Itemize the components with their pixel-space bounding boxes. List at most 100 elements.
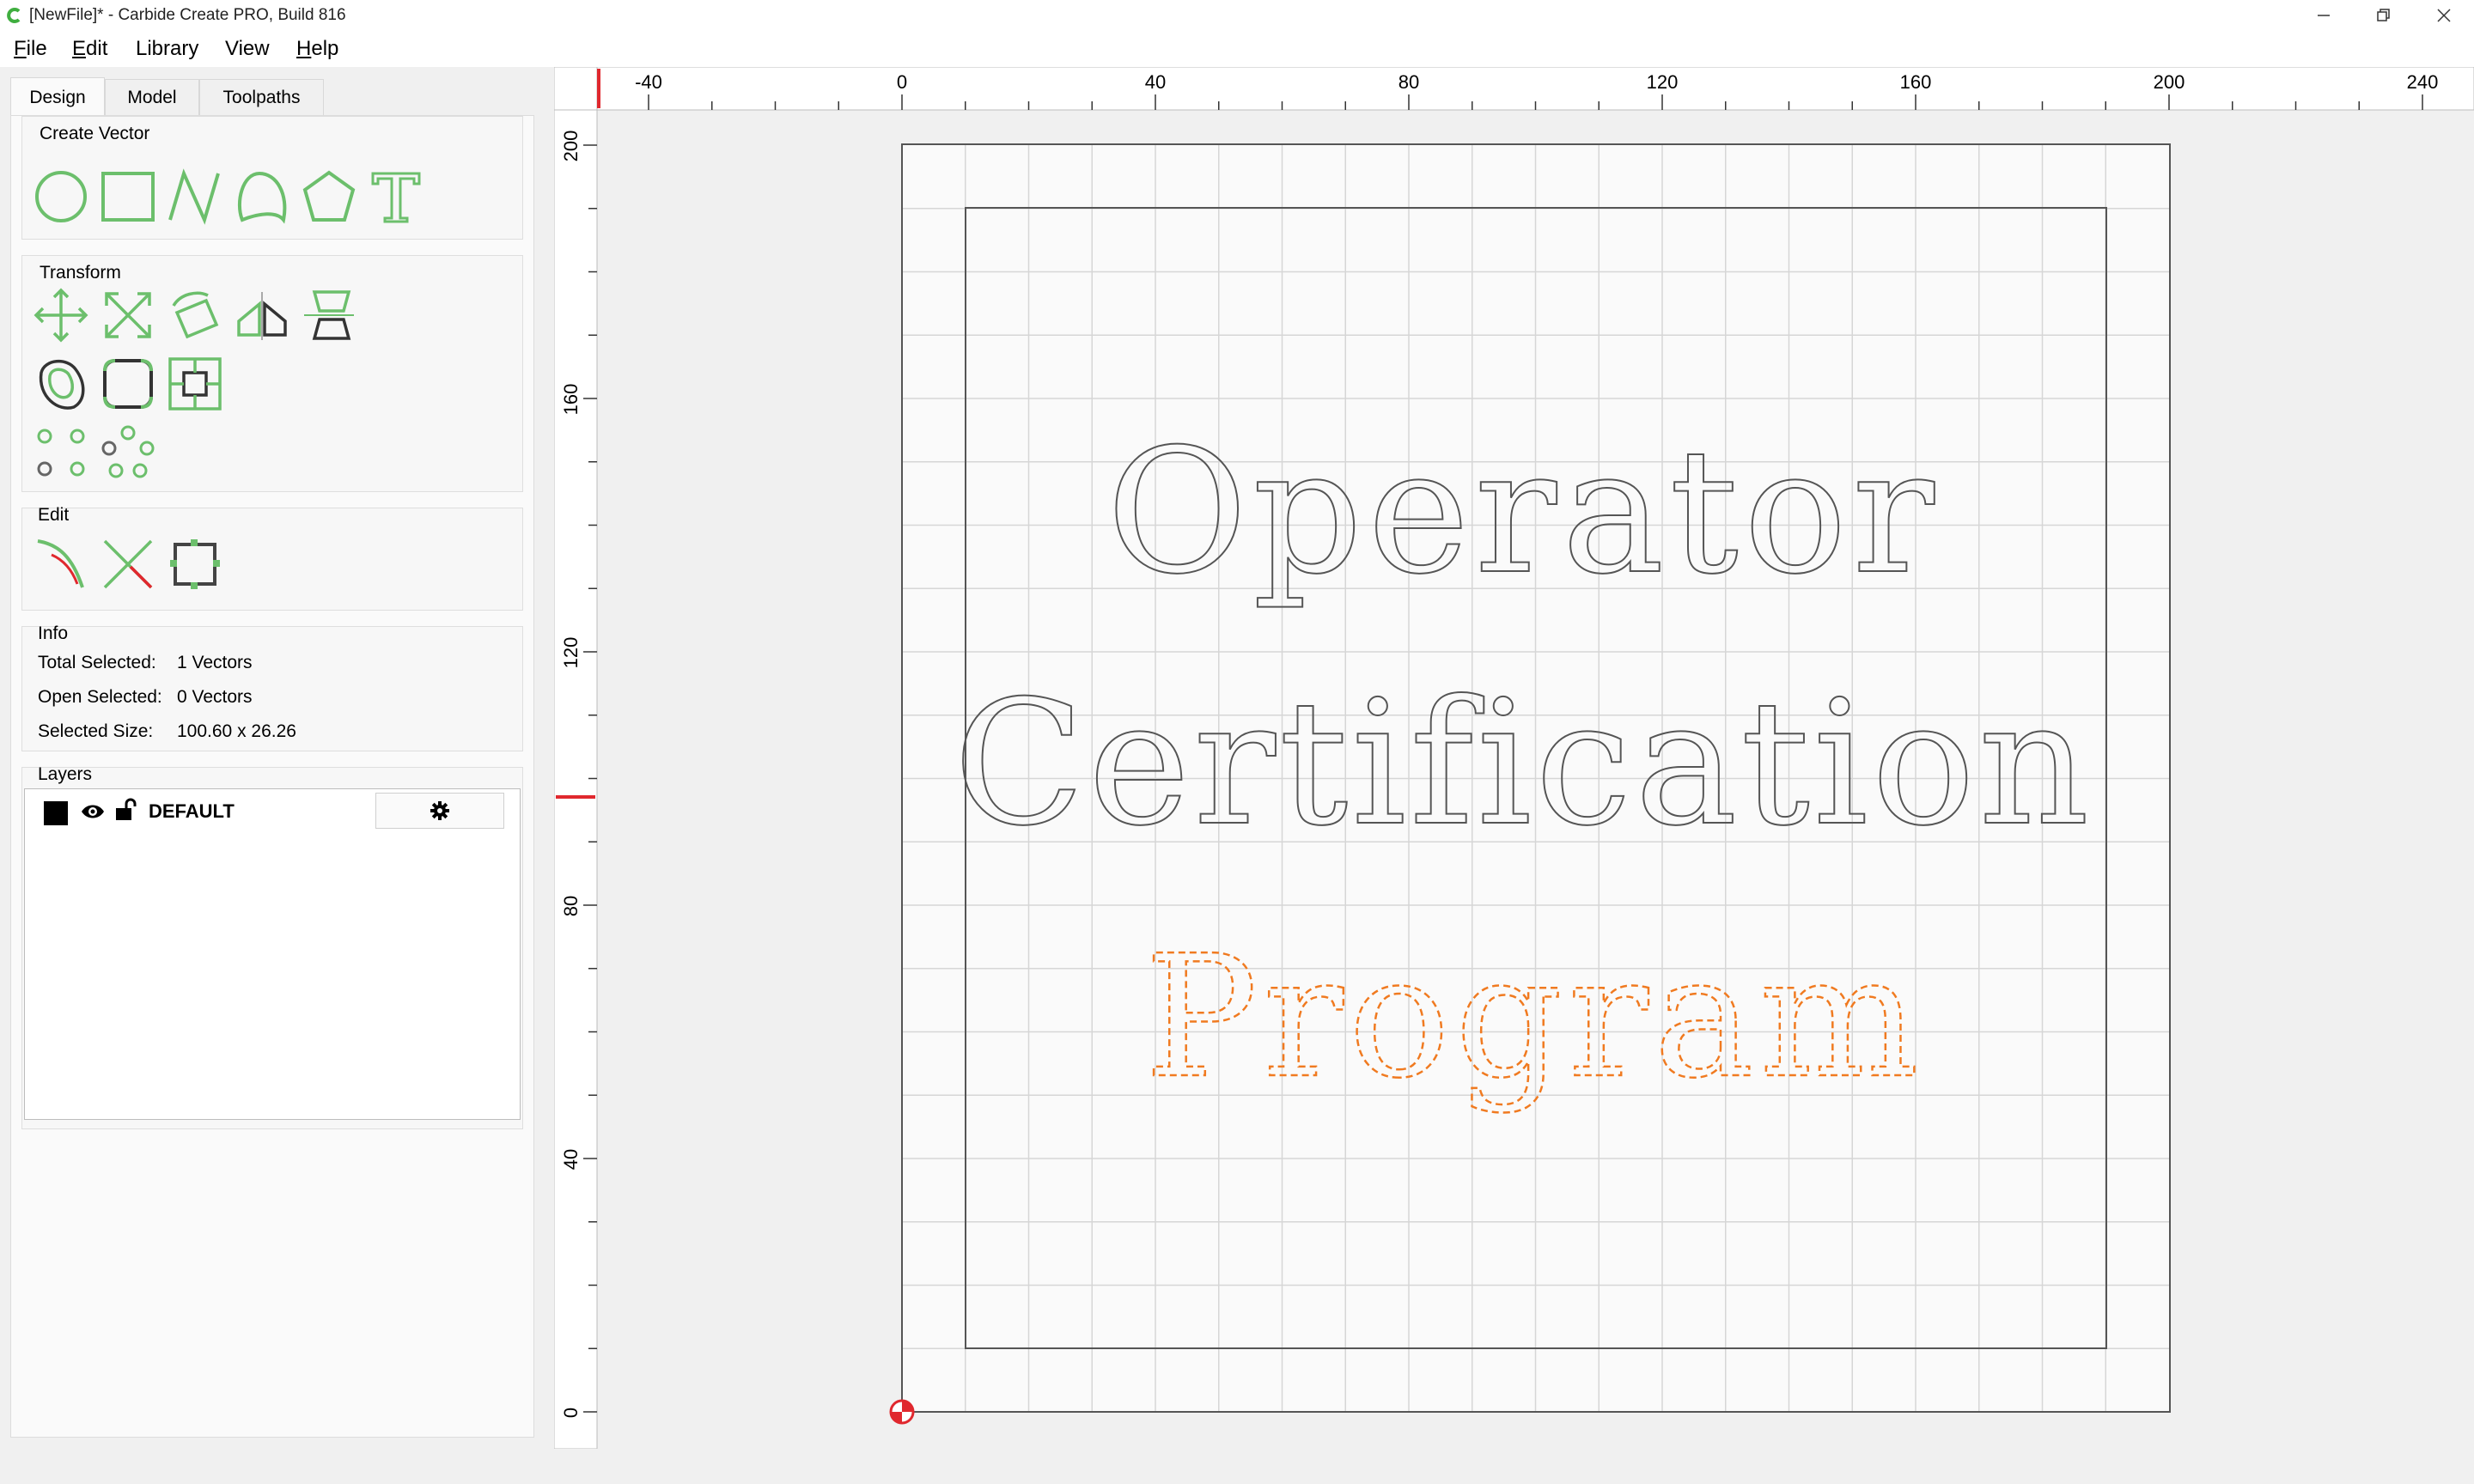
bounding-box-icon <box>170 539 220 589</box>
restore-button[interactable] <box>2354 0 2414 31</box>
y-tick-label: 0 <box>560 1408 582 1418</box>
tab-toolpaths[interactable]: Toolpaths <box>199 79 324 115</box>
menu-file[interactable]: File <box>14 37 47 61</box>
scale-tool-button[interactable] <box>98 285 158 345</box>
info-label: Total Selected: <box>38 653 156 672</box>
y-tick-label: 120 <box>560 637 582 669</box>
rotate-icon <box>172 291 219 339</box>
info-title: Info <box>38 623 69 643</box>
curve-icon <box>237 171 287 224</box>
circular-array-icon <box>101 425 155 478</box>
x-tick-label: 120 <box>1647 71 1679 93</box>
tab-bar: Design Model Toolpaths <box>10 77 534 117</box>
polyline-tool-button[interactable] <box>165 167 225 227</box>
trim-icon <box>103 539 153 589</box>
info-group: Info Total Selected: 1 Vectors Open Selec… <box>21 623 523 751</box>
create-vector-group: Create Vector <box>21 116 523 240</box>
polygon-icon <box>302 170 356 222</box>
text-vector-operator[interactable]: Operator <box>1106 411 1940 613</box>
restore-icon <box>2377 9 2390 21</box>
menu-view[interactable]: View <box>225 37 270 61</box>
tab-design[interactable]: Design <box>10 77 105 117</box>
carbide-logo-icon <box>7 8 21 23</box>
rectangle-icon <box>101 172 155 222</box>
trim-center-tool-button[interactable] <box>165 354 225 414</box>
move-tool-button[interactable] <box>31 285 91 345</box>
x-tick-label: 200 <box>2154 71 2185 93</box>
left-panel: Design Model Toolpaths Create Vector Tra… <box>10 77 534 1438</box>
scale-icon <box>105 292 151 338</box>
layer-name: DEFAULT <box>149 800 235 822</box>
y-tick-label: 200 <box>560 131 582 162</box>
edit-nodes-tool-button[interactable] <box>31 534 91 594</box>
circle-icon <box>35 171 87 222</box>
text-vector-program-selected[interactable]: Program <box>1143 919 1923 1117</box>
text-icon <box>371 172 421 223</box>
grid-array-tool-button[interactable] <box>31 423 91 483</box>
window-title: [NewFile]* - Carbide Create PRO, Build 8… <box>29 6 346 24</box>
design-canvas[interactable]: -40 0 40 80 120 160 200 240 200 160 120 … <box>554 67 2474 1449</box>
top-ruler <box>554 67 2474 111</box>
x-tick-label: 160 <box>1900 71 1932 93</box>
title-bar: [NewFile]* - Carbide Create PRO, Build 8… <box>0 0 2474 31</box>
info-row-selected-size: Selected Size: 100.60 x 26.26 <box>38 721 296 742</box>
info-label: Open Selected: <box>38 687 162 707</box>
layer-color-swatch[interactable] <box>44 801 68 825</box>
design-pane: Create Vector Transform Edit Info Total … <box>10 115 534 1438</box>
x-tick-label: 0 <box>897 71 907 93</box>
close-icon <box>2437 9 2451 22</box>
x-tick-label: -40 <box>635 71 662 93</box>
transform-group: Transform <box>21 255 523 492</box>
info-row-open-selected: Open Selected: 0 Vectors <box>38 687 253 708</box>
offset-tool-button[interactable] <box>31 354 91 414</box>
fillet-icon <box>103 359 153 409</box>
x-tick-label: 240 <box>2407 71 2439 93</box>
x-tick-label: 80 <box>1398 71 1419 93</box>
info-label: Selected Size: <box>38 721 154 741</box>
curve-tool-button[interactable] <box>232 167 292 227</box>
polygon-tool-button[interactable] <box>299 167 359 227</box>
y-tick-label: 80 <box>560 896 582 916</box>
y-tick-label: 160 <box>560 384 582 416</box>
edit-group: Edit <box>21 505 523 611</box>
x-tick-label: 40 <box>1145 71 1166 93</box>
fillet-tool-button[interactable] <box>98 354 158 414</box>
trim-tool-button[interactable] <box>98 534 158 594</box>
text-tool-button[interactable] <box>366 167 426 227</box>
text-vector-certification[interactable]: Certification <box>953 663 2093 865</box>
ruler-corner <box>554 67 598 111</box>
edit-title: Edit <box>38 505 70 525</box>
align-icon <box>304 290 354 340</box>
minimize-button[interactable] <box>2294 0 2354 31</box>
info-value: 100.60 x 26.26 <box>177 721 296 741</box>
menu-bar: File Edit Library View Help <box>0 31 2474 67</box>
layers-title: Layers <box>38 764 93 784</box>
circular-array-tool-button[interactable] <box>98 423 158 483</box>
eye-icon[interactable] <box>80 801 106 822</box>
bounding-box-tool-button[interactable] <box>165 534 225 594</box>
mirror-tool-button[interactable] <box>232 285 292 345</box>
menu-help[interactable]: Help <box>296 37 338 61</box>
layer-settings-button[interactable] <box>375 793 504 829</box>
offset-icon <box>39 360 85 410</box>
circle-tool-button[interactable] <box>31 167 91 227</box>
close-button[interactable] <box>2414 0 2474 31</box>
unlock-icon[interactable] <box>114 798 137 822</box>
layer-row[interactable]: DEFAULT <box>25 789 520 832</box>
info-value: 1 Vectors <box>177 653 253 672</box>
minimize-icon <box>2318 15 2330 16</box>
align-tool-button[interactable] <box>299 285 359 345</box>
tab-model[interactable]: Model <box>105 79 199 115</box>
polyline-icon <box>168 168 220 225</box>
rotate-tool-button[interactable] <box>165 285 225 345</box>
edit-nodes-icon <box>37 539 84 588</box>
move-icon <box>34 288 88 343</box>
info-row-total-selected: Total Selected: 1 Vectors <box>38 653 253 673</box>
transform-title: Transform <box>40 263 121 283</box>
origin-marker[interactable] <box>889 1399 915 1425</box>
info-value: 0 Vectors <box>177 687 253 707</box>
rectangle-tool-button[interactable] <box>98 167 158 227</box>
grid-array-icon <box>37 429 85 477</box>
menu-library[interactable]: Library <box>136 37 198 61</box>
menu-edit[interactable]: Edit <box>72 37 107 61</box>
